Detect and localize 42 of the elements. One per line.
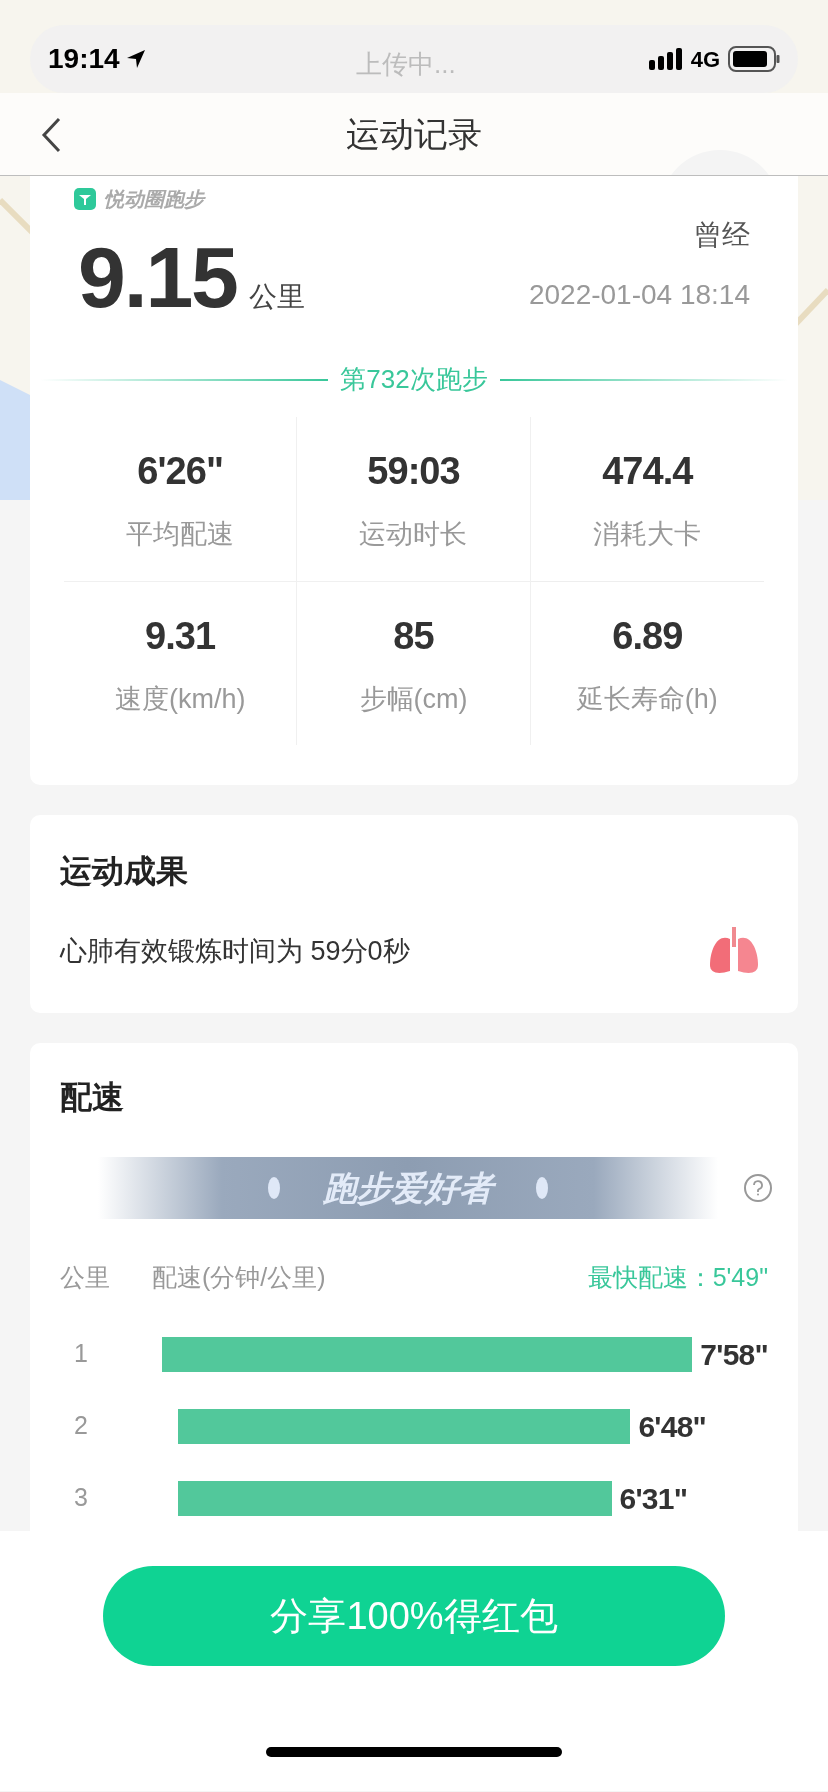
km-number: 1: [73, 1338, 89, 1370]
share-button[interactable]: 分享100%得红包: [103, 1566, 725, 1666]
stat-value: 9.31: [145, 613, 216, 659]
fastest-pace: 最快配速：5'49": [587, 1262, 768, 1293]
leaf-icon: [265, 1174, 283, 1202]
stat-label: 延长寿命(h): [576, 682, 718, 716]
km-number: 3: [73, 1482, 89, 1514]
stat-value: 59:03: [367, 449, 460, 494]
stat-label: 速度(km/h): [114, 682, 246, 716]
question-mark-icon: [752, 1180, 764, 1196]
stat-label: 消耗大卡: [593, 518, 702, 551]
distance-unit: 公里: [248, 280, 305, 314]
run-datetime: 2022-01-04 18:14: [528, 278, 750, 312]
pace-column-header: 配速(分钟/公里): [152, 1262, 326, 1293]
app-logo-icon: [74, 188, 96, 210]
pace-value: 7'58": [700, 1336, 768, 1373]
stat-value: 474.4: [602, 449, 693, 494]
stat-value: 6.89: [612, 613, 683, 659]
network-label: 4G: [690, 45, 720, 74]
stat-value: 85: [393, 613, 434, 659]
distance-value: 9.15: [78, 234, 237, 320]
leaf-icon: [533, 1174, 551, 1202]
stat-label: 平均配速: [126, 518, 235, 551]
help-button[interactable]: [744, 1174, 772, 1202]
battery-icon: [728, 46, 780, 72]
run-count: 第732次跑步: [339, 363, 489, 396]
user-name: 曾经: [694, 218, 750, 252]
page-title: 运动记录: [346, 113, 482, 155]
pace-value: 6'31": [619, 1480, 688, 1517]
brand-name: 悦动圈跑步: [104, 187, 204, 212]
pace-value: 6'48": [638, 1408, 707, 1445]
stat-label: 运动时长: [359, 518, 468, 551]
stat-label: 步幅(cm): [359, 682, 468, 716]
location-arrow-icon: [125, 49, 146, 69]
km-column-header: 公里: [60, 1262, 111, 1293]
stat-value: 6'26": [137, 449, 223, 494]
signal-icon: [648, 48, 683, 70]
status-time: 19:14: [48, 42, 120, 76]
pace-title: 配速: [60, 1078, 125, 1117]
result-text: 心肺有效锻炼时间为 59分0秒: [60, 934, 410, 968]
km-number: 2: [73, 1410, 89, 1442]
result-title: 运动成果: [60, 852, 189, 891]
